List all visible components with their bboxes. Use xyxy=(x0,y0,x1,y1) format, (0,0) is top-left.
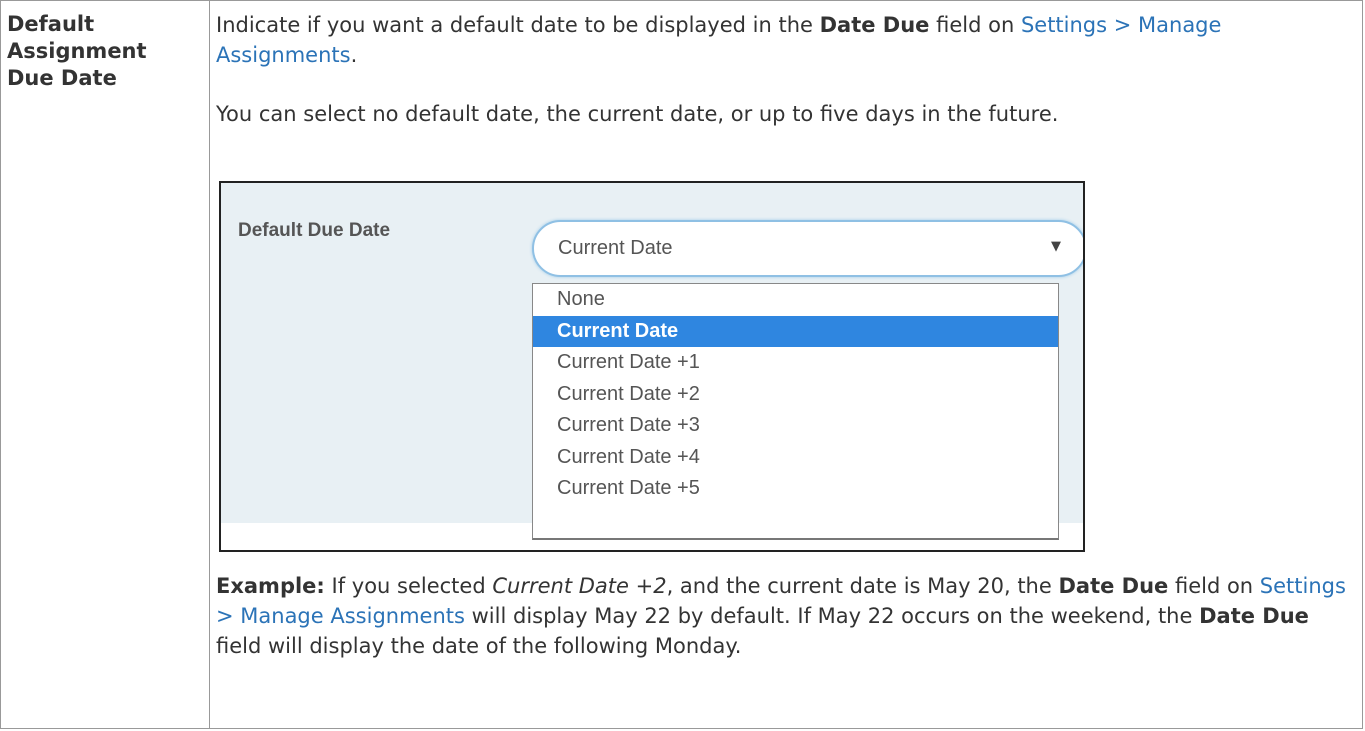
example-text: will display May 22 by default. If May 2… xyxy=(464,604,1200,628)
example-text: field on xyxy=(1168,574,1260,598)
chevron-down-icon: ▼ xyxy=(1051,239,1061,254)
definition-table: Default Assignment Due Date Indicate if … xyxy=(0,0,1363,729)
field-name: Date Due xyxy=(1058,574,1169,598)
intro-paragraph: Indicate if you want a default date to b… xyxy=(216,10,1356,70)
select-note: You can select no default date, the curr… xyxy=(216,102,1059,126)
intro-text: . xyxy=(350,43,358,67)
example-option: Current Date +2 xyxy=(492,574,667,598)
example-text: If you selected xyxy=(324,574,493,598)
dropdown-option[interactable]: Current Date +4 xyxy=(533,442,1058,474)
select-value: Current Date xyxy=(558,237,673,259)
field-name: Date Due xyxy=(819,13,930,37)
example-paragraph: Example: If you selected Current Date +2… xyxy=(216,571,1358,661)
default-due-date-label: Default Due Date xyxy=(238,220,391,241)
intro-text: Indicate if you want a default date to b… xyxy=(216,13,820,37)
dropdown-option[interactable]: Current Date +5 xyxy=(533,473,1058,505)
term-line: Assignment xyxy=(7,39,147,63)
intro-text: field on xyxy=(929,13,1021,37)
term-line: Due Date xyxy=(7,66,117,90)
options-list: None Current Date Current Date +1 Current D… xyxy=(532,283,1059,540)
dropdown-option[interactable]: None xyxy=(533,284,1058,316)
example-text: field will display the date of the follo… xyxy=(216,634,742,658)
example-label: Example: xyxy=(216,574,325,598)
example-text: , and the current date is May 20, the xyxy=(666,574,1059,598)
dropdown-option[interactable]: Current Date +2 xyxy=(533,379,1058,411)
dropdown-option[interactable]: Current Date +1 xyxy=(533,347,1058,379)
dropdown-option[interactable]: Current Date xyxy=(533,315,1058,347)
term-cell: Default Assignment Due Date xyxy=(1,1,210,728)
term-line: Default xyxy=(7,12,95,36)
due-date-select[interactable]: Current Date ▼ xyxy=(532,220,1083,277)
field-name: Date Due xyxy=(1199,604,1309,628)
dropdown-screenshot: Default Due Date Current Date ▼ None Curr… xyxy=(219,181,1085,552)
dropdown-option[interactable]: Current Date +3 xyxy=(533,410,1058,442)
definition-cell: Indicate if you want a default date to b… xyxy=(216,1,1356,129)
